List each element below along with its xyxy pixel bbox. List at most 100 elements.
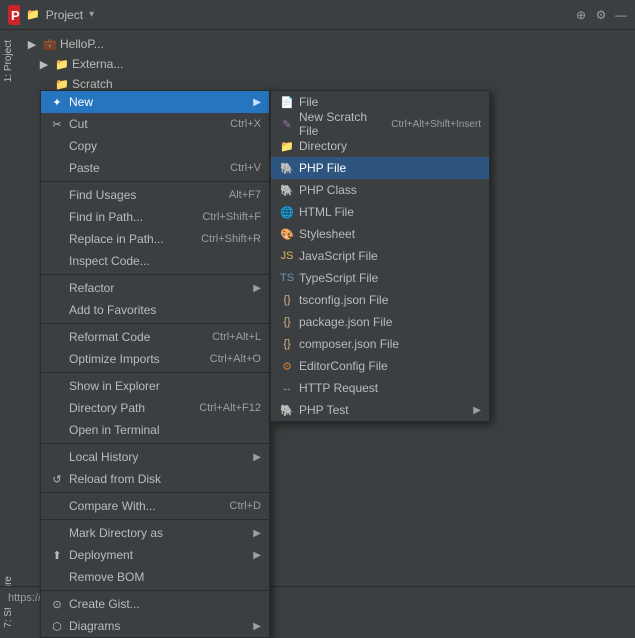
side-tabs: 1: Project 7: Structure [0, 30, 20, 638]
sub-php-class[interactable]: 🐘 PHP Class [271, 179, 489, 201]
new-arrow-icon: ▶ [253, 97, 261, 108]
dir-path-icon [49, 400, 65, 416]
favorites-icon [49, 302, 65, 318]
diagrams-icon: ⬡ [49, 618, 65, 634]
project-name: HelloP... [60, 37, 104, 51]
sub-composer-json[interactable]: {} composer.json File [271, 333, 489, 355]
sub-stylesheet[interactable]: 🎨 Stylesheet [271, 223, 489, 245]
cm-local-history[interactable]: Local History ▶ [41, 446, 269, 468]
file-tree: ▶ 💼 HelloP... ▶ 📁 Externa... ▶ 📁 Scratch [20, 30, 635, 98]
cm-cut[interactable]: ✂ Cut Ctrl+X [41, 113, 269, 135]
sub-tsconfig[interactable]: {} tsconfig.json File [271, 289, 489, 311]
svg-text:P: P [11, 8, 20, 23]
cm-show-in-explorer[interactable]: Show in Explorer [41, 375, 269, 397]
show-explorer-icon [49, 378, 65, 394]
sub-package-json[interactable]: {} package.json File [271, 311, 489, 333]
sub-ts-file[interactable]: TS TypeScript File [271, 267, 489, 289]
find-in-path-icon [49, 209, 65, 225]
cm-deployment[interactable]: ⬆ Deployment ▶ [41, 544, 269, 566]
reformat-icon [49, 329, 65, 345]
diagrams-arrow-icon: ▶ [253, 621, 261, 632]
folder-icon: 📁 [26, 8, 40, 21]
sub-html-file[interactable]: 🌐 HTML File [271, 201, 489, 223]
paste-icon [49, 160, 65, 176]
sub-http-request[interactable]: ↔ HTTP Request [271, 377, 489, 399]
cm-diagrams[interactable]: ⬡ Diagrams ▶ [41, 615, 269, 637]
tsconfig-icon: {} [279, 292, 295, 308]
cm-find-in-path[interactable]: Find in Path... Ctrl+Shift+F [41, 206, 269, 228]
history-arrow-icon: ▶ [253, 452, 261, 463]
dropdown-arrow-icon[interactable]: ▾ [89, 9, 94, 20]
find-usages-icon [49, 187, 65, 203]
new-icon: ✦ [49, 94, 65, 110]
cm-open-in-terminal[interactable]: Open in Terminal [41, 419, 269, 441]
compare-icon [49, 498, 65, 514]
cm-add-to-favorites[interactable]: Add to Favorites [41, 299, 269, 321]
separator-8 [41, 590, 269, 591]
editorconfig-icon: ⚙ [279, 358, 295, 374]
localize-icon[interactable]: ⊕ [573, 7, 589, 23]
cm-compare-with[interactable]: Compare With... Ctrl+D [41, 495, 269, 517]
php-test-icon: 🐘 [279, 402, 295, 418]
cm-paste[interactable]: Paste Ctrl+V [41, 157, 269, 179]
sub-php-test[interactable]: 🐘 PHP Test ▶ [271, 399, 489, 421]
cm-refactor[interactable]: Refactor ▶ [41, 277, 269, 299]
cm-create-gist[interactable]: ⊙ Create Gist... [41, 593, 269, 615]
project-panel-title: Project [46, 8, 83, 22]
php-file-icon: 🐘 [279, 160, 295, 176]
sub-js-file[interactable]: JS JavaScript File [271, 245, 489, 267]
context-menu: ✦ New ▶ ✂ Cut Ctrl+X Copy Paste Ctrl+V F… [40, 90, 270, 638]
separator-6 [41, 492, 269, 493]
expand-icon: ▶ [24, 36, 40, 52]
separator-7 [41, 519, 269, 520]
cm-reload-from-disk[interactable]: ↺ Reload from Disk [41, 468, 269, 490]
mark-dir-arrow-icon: ▶ [253, 528, 261, 539]
separator-3 [41, 323, 269, 324]
mark-dir-icon [49, 525, 65, 541]
sub-editorconfig[interactable]: ⚙ EditorConfig File [271, 355, 489, 377]
php-test-arrow-icon: ▶ [473, 405, 481, 416]
reload-icon: ↺ [49, 471, 65, 487]
sub-directory[interactable]: 📁 Directory [271, 135, 489, 157]
inspect-icon [49, 253, 65, 269]
composer-icon: {} [279, 336, 295, 352]
package-json-icon: {} [279, 314, 295, 330]
tree-item-external[interactable]: ▶ 📁 Externa... [20, 54, 635, 74]
php-class-icon: 🐘 [279, 182, 295, 198]
scratch-label: Scratch [72, 77, 113, 91]
side-tab-project[interactable]: 1: Project [0, 30, 20, 92]
cm-find-usages[interactable]: Find Usages Alt+F7 [41, 184, 269, 206]
cut-icon: ✂ [49, 116, 65, 132]
html-icon: 🌐 [279, 204, 295, 220]
external-label: Externa... [72, 57, 123, 71]
project-icon: 💼 [42, 36, 58, 52]
tree-item-hellophp[interactable]: ▶ 💼 HelloP... [20, 34, 635, 54]
copy-icon [49, 138, 65, 154]
cm-copy[interactable]: Copy [41, 135, 269, 157]
cm-optimize-imports[interactable]: Optimize Imports Ctrl+Alt+O [41, 348, 269, 370]
expand-icon-ext: ▶ [36, 56, 52, 72]
ts-icon: TS [279, 270, 295, 286]
sub-new-scratch-file[interactable]: ✎ New Scratch File Ctrl+Alt+Shift+Insert [271, 113, 489, 135]
remove-bom-icon [49, 569, 65, 585]
cm-remove-bom[interactable]: Remove BOM [41, 566, 269, 588]
sub-php-file[interactable]: 🐘 PHP File [271, 157, 489, 179]
submenu-new: 📄 File ✎ New Scratch File Ctrl+Alt+Shift… [270, 90, 490, 422]
deployment-icon: ⬆ [49, 547, 65, 563]
directory-icon: 📁 [279, 138, 295, 154]
separator-1 [41, 181, 269, 182]
cm-directory-path[interactable]: Directory Path Ctrl+Alt+F12 [41, 397, 269, 419]
cm-inspect-code[interactable]: Inspect Code... [41, 250, 269, 272]
separator-4 [41, 372, 269, 373]
cm-new[interactable]: ✦ New ▶ [41, 91, 269, 113]
settings-icon[interactable]: ⚙ [593, 7, 609, 23]
cm-replace-in-path[interactable]: Replace in Path... Ctrl+Shift+R [41, 228, 269, 250]
terminal-icon [49, 422, 65, 438]
deployment-arrow-icon: ▶ [253, 550, 261, 561]
history-icon [49, 449, 65, 465]
cm-mark-directory-as[interactable]: Mark Directory as ▶ [41, 522, 269, 544]
cm-reformat[interactable]: Reformat Code Ctrl+Alt+L [41, 326, 269, 348]
separator-2 [41, 274, 269, 275]
replace-icon [49, 231, 65, 247]
minimize-icon[interactable]: — [613, 7, 629, 23]
